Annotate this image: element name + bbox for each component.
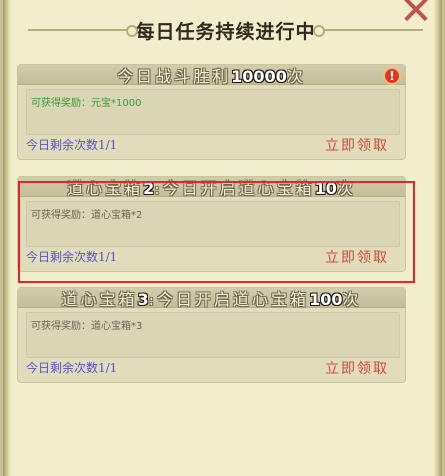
task-banner: 今日战斗胜利10000次 — [18, 63, 405, 87]
task-panel: 每日任务持续进行中 ✕ 今日战斗胜利10000次 ! 可获得奖励：元宝*1000… — [0, 0, 445, 476]
remaining-count: 今日剩余次数1/1 — [26, 361, 118, 375]
task-title: 今日战斗胜利10000次 — [117, 63, 306, 87]
alert-badge-icon: ! — [383, 67, 401, 85]
claim-button[interactable]: 立即领取 — [325, 358, 389, 378]
panel-title: 每日任务持续进行中 — [135, 20, 316, 43]
task-title-suffix: 次 — [342, 289, 362, 309]
close-icon[interactable]: ✕ — [396, 0, 436, 31]
panel-frame-right — [434, 0, 442, 476]
reward-box: 可获得奖励：道心宝箱*3 — [26, 312, 400, 358]
selection-highlight — [18, 181, 415, 283]
header-deco-left — [28, 25, 138, 37]
claim-button[interactable]: 立即领取 — [325, 135, 389, 155]
task-title: 道心宝箱3:今日开启道心宝箱100次 — [62, 286, 362, 310]
task-title-text: 道心宝箱 — [61, 289, 138, 309]
task-title-number: 3 — [137, 289, 149, 309]
task-card-3: 道心宝箱3:今日开启道心宝箱100次 可获得奖励：道心宝箱*3 今日剩余次数1/… — [17, 287, 406, 383]
task-title-text: 今日战斗胜利 — [117, 66, 232, 86]
reward-label: 可获得奖励：道心宝箱*3 — [31, 321, 143, 332]
panel-header: 每日任务持续进行中 — [3, 0, 445, 60]
panel-frame-left — [3, 0, 11, 476]
task-title-suffix: 次 — [286, 66, 306, 86]
task-title-number2: 100 — [309, 289, 343, 309]
remaining-count: 今日剩余次数1/1 — [26, 138, 118, 152]
task-banner: 道心宝箱3:今日开启道心宝箱100次 — [18, 286, 405, 310]
task-title-mid: :今日开启道心宝箱 — [148, 289, 310, 309]
task-title-number: 10000 — [231, 66, 287, 86]
task-card-1: 今日战斗胜利10000次 ! 可获得奖励：元宝*1000 今日剩余次数1/1 立… — [17, 64, 406, 160]
reward-label: 可获得奖励：元宝*1000 — [31, 98, 142, 109]
reward-box: 可获得奖励：元宝*1000 — [26, 89, 400, 135]
